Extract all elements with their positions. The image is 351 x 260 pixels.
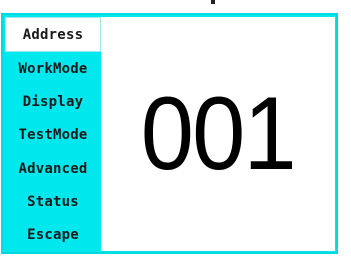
menu-item-status[interactable]: Status [5, 185, 101, 219]
settings-menu: Address WorkMode Display TestMode Advanc… [5, 17, 101, 252]
top-indicator-mark [211, 0, 215, 4]
menu-item-workmode[interactable]: WorkMode [5, 52, 101, 86]
address-value: 001 [140, 76, 297, 192]
menu-item-testmode[interactable]: TestMode [5, 118, 101, 153]
menu-item-advanced[interactable]: Advanced [5, 152, 101, 186]
value-display-panel: 001 [101, 17, 335, 251]
device-screen: Address WorkMode Display TestMode Advanc… [1, 13, 338, 254]
menu-item-escape[interactable]: Escape [5, 218, 101, 252]
menu-item-address[interactable]: Address [5, 17, 101, 53]
menu-item-display[interactable]: Display [5, 85, 101, 119]
